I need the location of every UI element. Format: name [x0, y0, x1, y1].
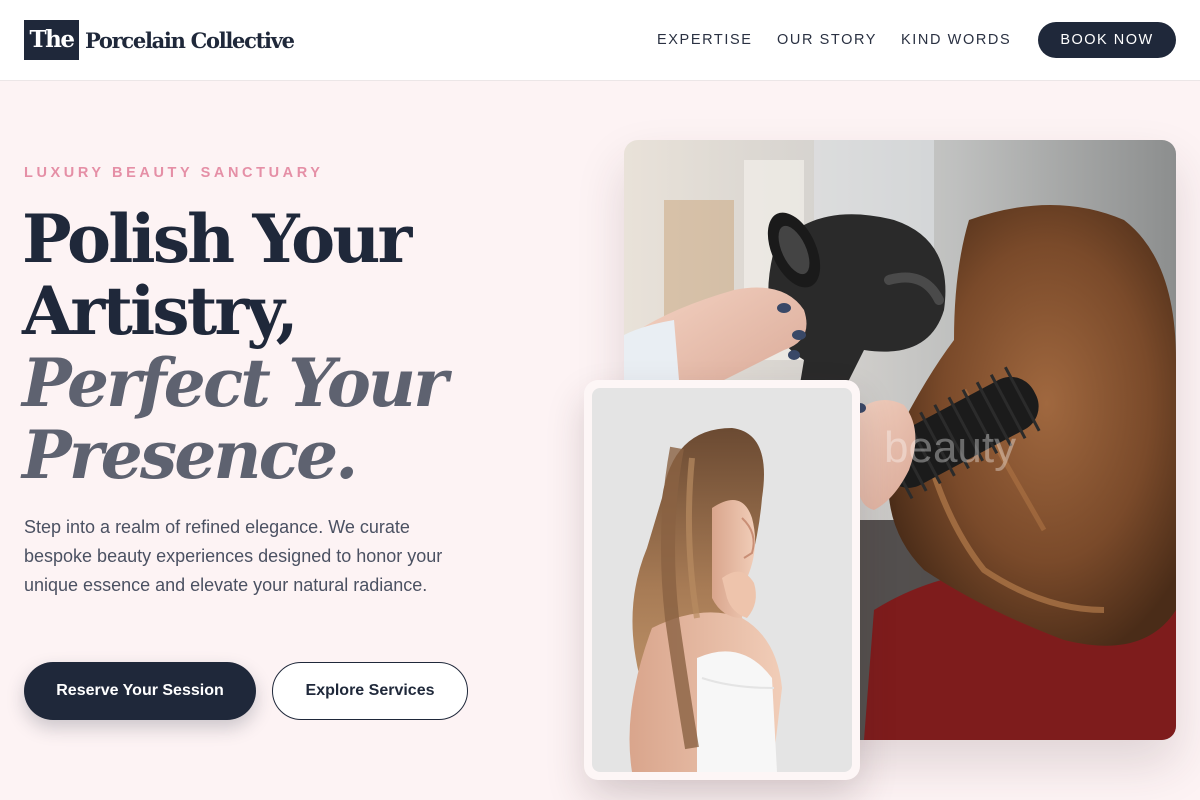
site-header: The Porcelain Collective EXPERTISE OUR S… — [0, 0, 1200, 81]
brand-name: Porcelain Collective — [85, 27, 295, 53]
hero-headline: Polish Your Artistry, Perfect Your Prese… — [22, 203, 492, 491]
headline-line-2: Artistry, — [22, 272, 299, 350]
nav-link-kind-words[interactable]: KIND WORDS — [901, 22, 1011, 58]
brand-logo[interactable]: The Porcelain Collective — [24, 20, 295, 60]
explore-services-button[interactable]: Explore Services — [272, 662, 468, 720]
model-portrait-photo — [592, 388, 852, 772]
logo-mark: The — [24, 20, 79, 60]
photo-overlay-text: beauty — [884, 423, 1016, 472]
model-portrait-card — [584, 380, 860, 780]
hero-description: Step into a realm of refined elegance. W… — [24, 517, 443, 595]
headline-italic-line-2: Presence. — [22, 416, 358, 494]
nav-link-expertise[interactable]: EXPERTISE — [657, 22, 753, 58]
reserve-session-button[interactable]: Reserve Your Session — [24, 662, 256, 720]
book-now-button[interactable]: BOOK NOW — [1038, 22, 1176, 58]
headline-italic-line-1: Perfect Your — [22, 344, 448, 422]
headline-line-1: Polish Your — [22, 200, 412, 278]
hero-eyebrow: LUXURY BEAUTY SANCTUARY — [24, 165, 324, 181]
nav-link-our-story[interactable]: OUR STORY — [777, 22, 877, 58]
